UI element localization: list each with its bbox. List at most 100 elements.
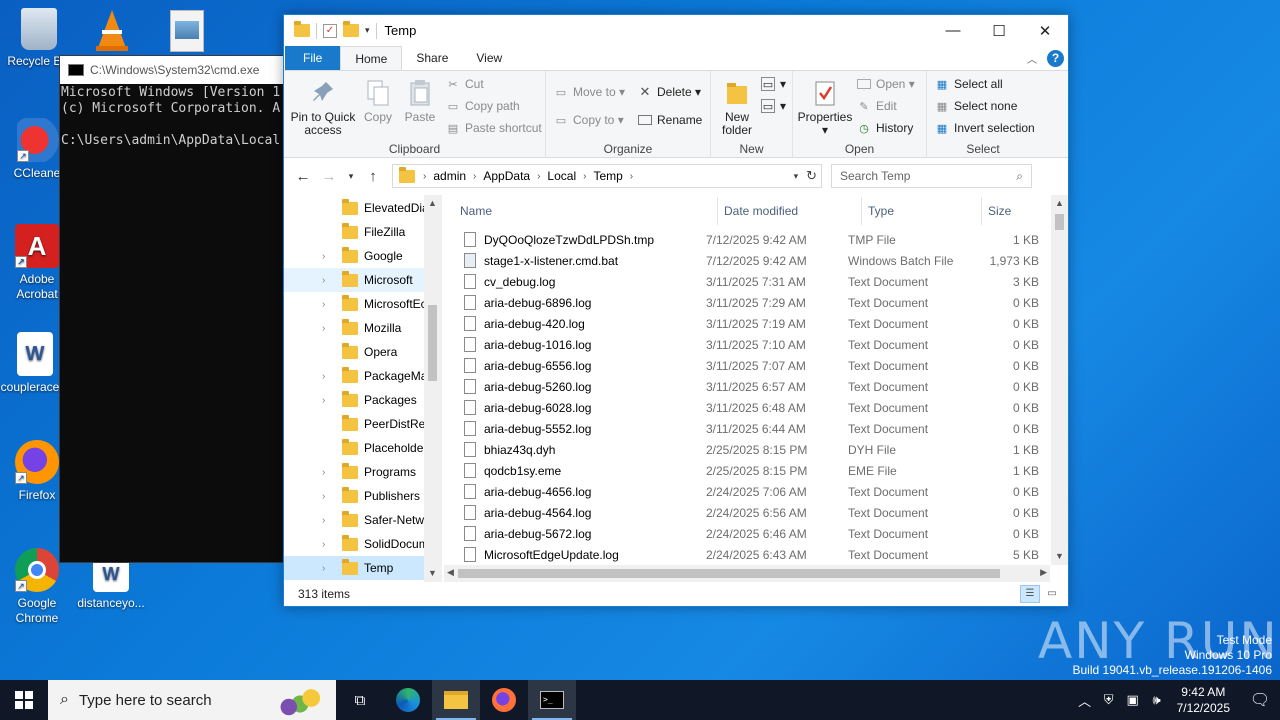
scroll-thumb[interactable] [458, 569, 1000, 578]
taskbar-file-explorer[interactable] [432, 680, 480, 720]
file-row[interactable]: aria-debug-5260.log 3/11/2025 6:57 AM Text… [442, 376, 1068, 397]
nav-item[interactable]: › Google [284, 244, 441, 268]
nav-item[interactable]: Opera [284, 340, 441, 364]
scroll-down-icon[interactable]: ▼ [1051, 548, 1068, 565]
cmd-titlebar[interactable]: C:\Windows\System32\cmd.exe [60, 56, 298, 84]
scroll-right-icon[interactable]: ▶ [1040, 567, 1047, 578]
new-folder-icon[interactable] [343, 21, 359, 37]
breadcrumb-admin[interactable]: admin [433, 169, 466, 183]
column-name[interactable]: Name [442, 197, 718, 225]
new-folder-button[interactable]: New folder [715, 79, 759, 137]
file-row[interactable]: aria-debug-6896.log 3/11/2025 7:29 AM Text… [442, 292, 1068, 313]
expand-chevron-icon[interactable]: › [322, 467, 325, 478]
history-button[interactable]: ◷ History [857, 121, 913, 135]
help-icon[interactable]: ? [1047, 49, 1064, 67]
taskbar-firefox[interactable] [480, 680, 528, 720]
explorer-titlebar[interactable]: ✓ ▾ Temp — ☐ ✕ [284, 15, 1068, 46]
nav-item-selected[interactable]: › Temp [284, 556, 441, 580]
address-dropdown-icon[interactable]: ▾ [794, 171, 799, 182]
breadcrumb-appdata[interactable]: AppData [483, 169, 530, 183]
minimize-button[interactable]: — [930, 15, 976, 46]
nav-item[interactable]: › PackageMa [284, 364, 441, 388]
expand-chevron-icon[interactable]: › [322, 515, 325, 526]
recent-locations-button[interactable]: ▾ [344, 165, 358, 187]
easy-access-button[interactable]: ▭ ▾ [761, 99, 786, 113]
file-row[interactable]: aria-debug-6556.log 3/11/2025 7:07 AM Text… [442, 355, 1068, 376]
taskbar-clock[interactable]: 9:42 AM 7/12/2025 [1169, 684, 1240, 716]
taskbar-cmd[interactable]: >_ [528, 680, 576, 720]
file-list-hscrollbar[interactable]: ◀ ▶ [444, 565, 1050, 582]
nav-item[interactable]: Placeholder [284, 436, 441, 460]
notifications-button[interactable]: 🗨 [1240, 680, 1280, 720]
details-view-icon[interactable]: ☰ [1020, 585, 1040, 603]
cmd-window[interactable]: C:\Windows\System32\cmd.exe Microsoft Wi… [59, 55, 299, 563]
back-button[interactable]: ← [292, 165, 314, 187]
file-row[interactable]: cv_debug.log 3/11/2025 7:31 AM Text Docume… [442, 271, 1068, 292]
file-row[interactable]: aria-debug-5672.log 2/24/2025 6:46 AM Text… [442, 523, 1068, 544]
copy-to-button[interactable]: ▭ Copy to ▾ [554, 113, 624, 127]
paste-button[interactable]: Paste [400, 79, 440, 124]
edit-button[interactable]: ✎ Edit [857, 99, 896, 113]
file-row[interactable]: aria-debug-1016.log 3/11/2025 7:10 AM Text… [442, 334, 1068, 355]
nav-item[interactable]: › Safer-Netwo [284, 508, 441, 532]
nav-item[interactable]: › Microsoft [284, 268, 441, 292]
column-type[interactable]: Type [862, 197, 982, 225]
large-icons-view-icon[interactable]: ▭ [1042, 585, 1062, 603]
taskbar-edge[interactable] [384, 680, 432, 720]
file-row[interactable]: bhiaz43q.dyh 2/25/2025 8:15 PM DYH File 1 K… [442, 439, 1068, 460]
file-row[interactable]: aria-debug-4564.log 2/24/2025 6:56 AM Text… [442, 502, 1068, 523]
maximize-button[interactable]: ☐ [976, 15, 1022, 46]
volume-icon[interactable]: 🕪 [1145, 692, 1169, 708]
nav-item[interactable]: › Programs [284, 460, 441, 484]
task-view-button[interactable]: ⧉ [336, 680, 384, 720]
copy-path-button[interactable]: ▭ Copy path [446, 99, 520, 113]
up-button[interactable]: ↑ [362, 165, 384, 187]
nav-item[interactable]: › SolidDocum [284, 532, 441, 556]
select-all-button[interactable]: ▦ Select all [935, 77, 1003, 91]
properties-button[interactable]: Properties ▾ [795, 79, 855, 137]
nav-item[interactable]: › MicrosoftEc [284, 292, 441, 316]
expand-chevron-icon[interactable]: › [322, 299, 325, 310]
tab-file[interactable]: File [285, 46, 341, 70]
scroll-thumb[interactable] [428, 305, 437, 381]
pin-quick-access-button[interactable]: Pin to Quick access [288, 79, 358, 137]
navigation-pane[interactable]: ElevatedDia FileZilla › Google › Microsoft… [284, 195, 442, 582]
paste-shortcut-button[interactable]: ▤ Paste shortcut [446, 121, 542, 135]
desktop-icon-word-doc-2[interactable]: W distanceyo... [72, 556, 150, 611]
search-input[interactable]: Search Temp [840, 169, 910, 183]
forward-button[interactable]: → [318, 165, 340, 187]
customize-toolbar-icon[interactable]: ▾ [365, 25, 370, 36]
security-icon[interactable]: ⛨ [1097, 692, 1121, 708]
expand-chevron-icon[interactable]: › [322, 563, 325, 574]
breadcrumb-temp[interactable]: Temp [593, 169, 622, 183]
select-none-button[interactable]: ▦ Select none [935, 99, 1018, 113]
expand-chevron-icon[interactable]: › [322, 539, 325, 550]
file-row[interactable]: aria-debug-6028.log 3/11/2025 6:48 AM Text… [442, 397, 1068, 418]
tab-home[interactable]: Home [340, 46, 403, 70]
file-row[interactable]: aria-debug-4656.log 2/24/2025 7:06 AM Text… [442, 481, 1068, 502]
expand-chevron-icon[interactable]: › [322, 395, 325, 406]
nav-item[interactable]: ElevatedDia [284, 196, 441, 220]
nav-item[interactable]: FileZilla [284, 220, 441, 244]
expand-chevron-icon[interactable]: › [322, 491, 325, 502]
invert-selection-button[interactable]: ▦ Invert selection [935, 121, 1035, 135]
close-button[interactable]: ✕ [1022, 15, 1068, 46]
rename-button[interactable]: Rename [638, 113, 702, 127]
delete-button[interactable]: ✕ Delete ▾ [638, 84, 702, 99]
move-to-button[interactable]: ▭ Move to ▾ [554, 85, 625, 99]
file-row[interactable]: qodcb1sy.eme 2/25/2025 8:15 PM EME File 1 K… [442, 460, 1068, 481]
column-size[interactable]: Size [982, 197, 1052, 225]
properties-check-icon[interactable]: ✓ [323, 23, 337, 38]
file-list-vscrollbar[interactable]: ▲ ▼ [1051, 195, 1068, 565]
start-button[interactable] [0, 680, 48, 720]
vlc-icon[interactable] [92, 8, 132, 52]
breadcrumb-local[interactable]: Local [547, 169, 576, 183]
refresh-icon[interactable]: ↻ [806, 168, 817, 184]
network-icon[interactable]: ▣ [1121, 692, 1145, 708]
taskbar-search[interactable]: ⌕ Type here to search [48, 680, 336, 720]
scroll-up-icon[interactable]: ▲ [1051, 195, 1068, 212]
search-box[interactable]: Search Temp ⌕ [831, 164, 1032, 188]
tab-share[interactable]: Share [402, 46, 462, 70]
nav-item[interactable]: › Packages [284, 388, 441, 412]
image-file-icon[interactable] [170, 10, 204, 52]
